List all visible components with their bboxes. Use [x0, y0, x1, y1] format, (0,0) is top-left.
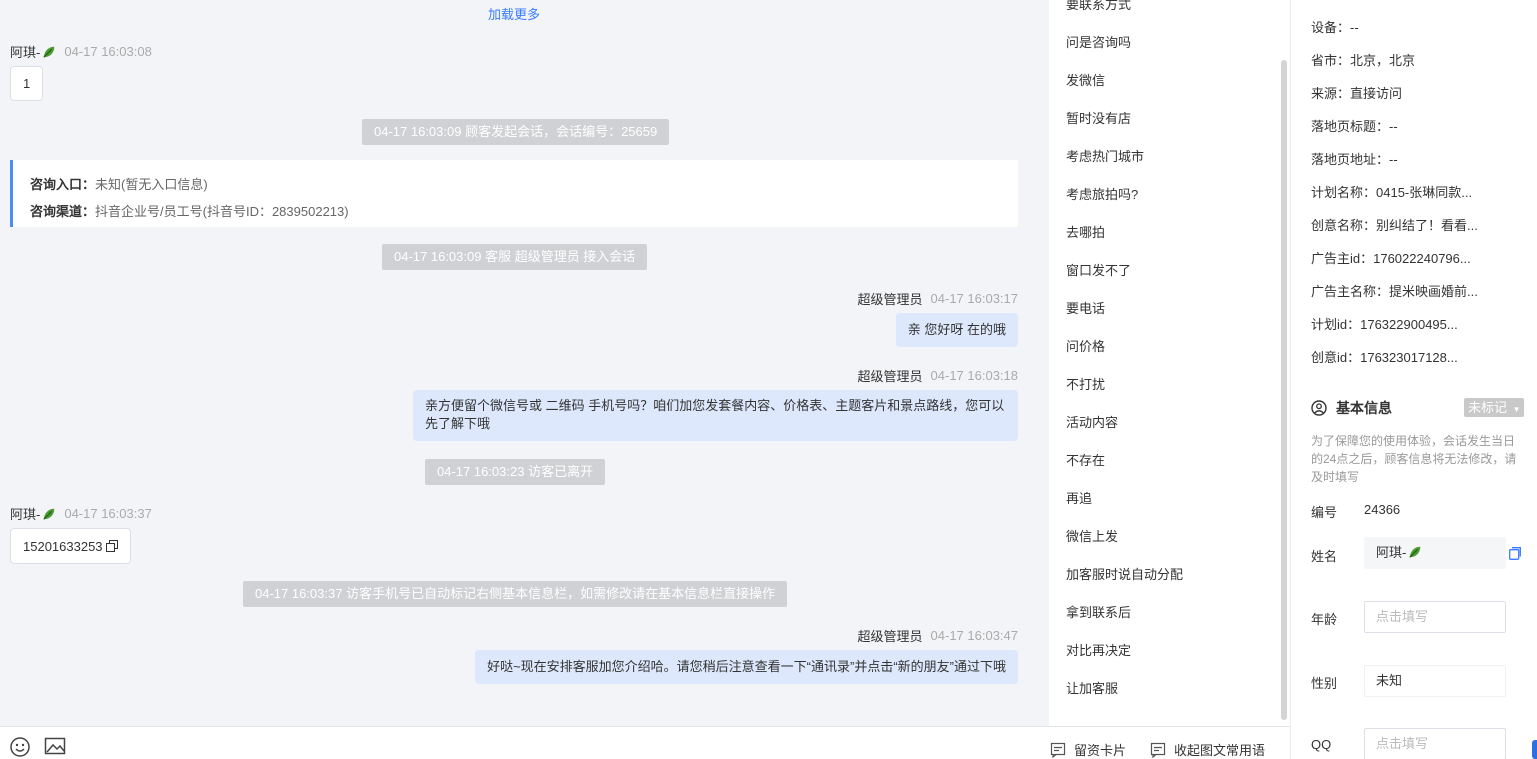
info-plan-name: 计划名称：0415-张琳同款...: [1311, 185, 1473, 200]
phrase-item[interactable]: 问是咨询吗: [1066, 32, 1131, 51]
leaf-emoji-icon: [1409, 546, 1421, 558]
load-more-link[interactable]: 加载更多: [0, 4, 1028, 23]
sender-name: 超级管理员: [857, 629, 923, 644]
leaf-emoji-icon: [43, 508, 55, 520]
leaf-emoji-icon: [43, 46, 55, 58]
system-notice: 04-17 16:03:37 访客手机号已自动标记右侧基本信息栏，如需修改请在基…: [243, 581, 788, 607]
message-time: 04-17 16:03:37: [64, 506, 152, 521]
image-icon[interactable]: [44, 735, 66, 757]
user-circle-icon: [1311, 400, 1327, 416]
name-label: 姓名: [1311, 549, 1338, 564]
channel-value: 抖音企业号/员工号(抖音号ID：2839502213): [95, 204, 349, 219]
phrase-item[interactable]: 不存在: [1066, 450, 1105, 469]
gender-label: 性别: [1311, 676, 1338, 691]
sender-name: 超级管理员: [857, 292, 923, 307]
phrase-item[interactable]: 不打扰: [1066, 374, 1105, 393]
lead-card-label: 留资卡片: [1074, 743, 1127, 758]
age-input[interactable]: 点击填写: [1364, 601, 1506, 633]
name-value: 阿琪-: [1376, 545, 1407, 560]
collapse-phrases-button[interactable]: 收起图文常用语: [1150, 740, 1265, 759]
entry-value: 未知(暂无入口信息): [95, 177, 208, 192]
sender-name: 超级管理员: [857, 369, 923, 384]
phone-number: 15201633253: [23, 538, 103, 554]
message-bubble: 好哒~现在安排客服加您介绍哈。请您稍后注意查看一下“通讯录”并点击“新的朋友”通…: [475, 650, 1018, 684]
edit-icon[interactable]: [1509, 547, 1521, 560]
entry-label: 咨询入口：: [30, 177, 96, 192]
info-plan-id: 计划id：176322900495...: [1311, 317, 1458, 332]
message-icon: [1150, 742, 1166, 758]
id-label: 编号: [1311, 505, 1338, 520]
message-bubble: 1: [10, 66, 44, 101]
mark-dropdown[interactable]: 未标记 ▼: [1464, 398, 1524, 417]
caret-down-icon: ▼: [1512, 405, 1521, 414]
system-notice: 04-17 16:03:23 访客已离开: [425, 459, 606, 485]
age-label: 年龄: [1311, 612, 1338, 627]
gender-select[interactable]: 未知: [1364, 665, 1506, 697]
info-advertiser-name: 广告主名称：提米映画婚前...: [1311, 284, 1478, 299]
copy-icon[interactable]: [105, 540, 118, 552]
phrase-item[interactable]: 问价格: [1066, 336, 1105, 355]
qq-label: QQ: [1311, 737, 1332, 752]
message-bubble: 亲方便留个微信号或 二维码 手机号吗？咱们加您发套餐内容、价格表、主题客片和景点…: [413, 390, 1018, 441]
sender-name: 阿琪-: [10, 507, 41, 522]
qq-input[interactable]: 点击填写: [1364, 728, 1506, 759]
message-header: 超级管理员 04-17 16:03:18: [858, 366, 1018, 385]
phrase-item[interactable]: 让加客服: [1066, 678, 1118, 697]
phrase-item[interactable]: 加客服时说自动分配: [1066, 564, 1183, 583]
info-advertiser-id: 广告主id：176022240796...: [1311, 251, 1471, 266]
phrase-item[interactable]: 考虑旅拍吗?: [1066, 184, 1138, 203]
sender-name: 阿琪-: [10, 45, 41, 60]
message-header: 超级管理员 04-17 16:03:47: [858, 626, 1018, 645]
phrases-scrollbar[interactable]: [1281, 60, 1287, 720]
message-header: 阿琪- 04-17 16:03:37: [10, 504, 152, 523]
info-region: 省市：北京，北京: [1311, 53, 1416, 68]
lead-card-button[interactable]: 留资卡片: [1050, 740, 1126, 759]
entry-info-card: 咨询入口：未知(暂无入口信息) 咨询渠道：抖音企业号/员工号(抖音号ID：283…: [10, 160, 1018, 227]
message-header: 阿琪- 04-17 16:03:08: [10, 42, 152, 61]
message-time: 04-17 16:03:47: [930, 628, 1018, 643]
message-icon: [1050, 742, 1066, 758]
system-notice: 04-17 16:03:09 顾客发起会话，会话编号：25659: [362, 119, 670, 145]
phrase-item[interactable]: 发微信: [1066, 70, 1105, 89]
info-creative-id: 创意id：176323017128...: [1311, 350, 1458, 365]
info-tip: 为了保障您的使用体验，会话发生当日的24点之后，顾客信息将无法修改，请及时填写: [1311, 434, 1517, 484]
chat-toolbar: 留资卡片 收起图文常用语: [0, 726, 1290, 759]
phrase-item[interactable]: 考虑热门城市: [1066, 146, 1144, 165]
info-landing-title: 落地页标题：--: [1311, 119, 1398, 134]
phrase-item[interactable]: 活动内容: [1066, 412, 1118, 431]
phrase-item[interactable]: 要电话: [1066, 298, 1105, 317]
phrase-item[interactable]: 拿到联系后: [1066, 602, 1131, 621]
phrase-item[interactable]: 要联系方式: [1066, 0, 1131, 13]
phrase-item[interactable]: 暂时没有店: [1066, 108, 1131, 127]
phrase-item[interactable]: 窗口发不了: [1066, 260, 1131, 279]
phrase-item[interactable]: 对比再决定: [1066, 640, 1131, 659]
smile-icon[interactable]: [9, 736, 31, 758]
message-bubble: 亲 您好呀 在的哦: [895, 313, 1018, 347]
message-bubble: 15201633253: [10, 528, 131, 564]
collapse-phrases-label: 收起图文常用语: [1174, 743, 1266, 758]
message-header: 超级管理员 04-17 16:03:17: [858, 289, 1018, 308]
channel-label: 咨询渠道：: [30, 204, 96, 219]
basic-info-title: 基本信息: [1336, 400, 1392, 416]
message-time: 04-17 16:03:18: [930, 368, 1018, 383]
info-source: 来源：直接访问: [1311, 86, 1403, 101]
name-field[interactable]: 阿琪-: [1364, 537, 1506, 569]
info-device: 设备：--: [1311, 20, 1359, 35]
info-landing-url: 落地页地址：--: [1311, 152, 1398, 167]
mark-label: 未标记: [1468, 400, 1508, 415]
quick-phrases-panel: 要联系方式 问是咨询吗 发微信 暂时没有店 考虑热门城市 考虑旅拍吗? 去哪拍 …: [1049, 0, 1290, 726]
info-creative-name: 创意名称：别纠结了！看看...: [1311, 218, 1478, 233]
basic-info-header: 基本信息: [1311, 398, 1392, 418]
message-time: 04-17 16:03:17: [930, 291, 1018, 306]
id-value: 24366: [1364, 502, 1401, 517]
side-handle[interactable]: [1532, 740, 1537, 759]
phrase-item[interactable]: 再追: [1066, 488, 1092, 507]
chat-panel: 加载更多 阿琪- 04-17 16:03:08 1 04-17 16:03:09…: [0, 0, 1049, 726]
message-time: 04-17 16:03:08: [64, 44, 152, 59]
phrase-item[interactable]: 去哪拍: [1066, 222, 1105, 241]
phrase-item[interactable]: 微信上发: [1066, 526, 1118, 545]
customer-info-panel: 设备：-- 省市：北京，北京 来源：直接访问 落地页标题：-- 落地页地址：--…: [1290, 0, 1537, 759]
system-notice: 04-17 16:03:09 客服 超级管理员 接入会话: [382, 244, 648, 270]
